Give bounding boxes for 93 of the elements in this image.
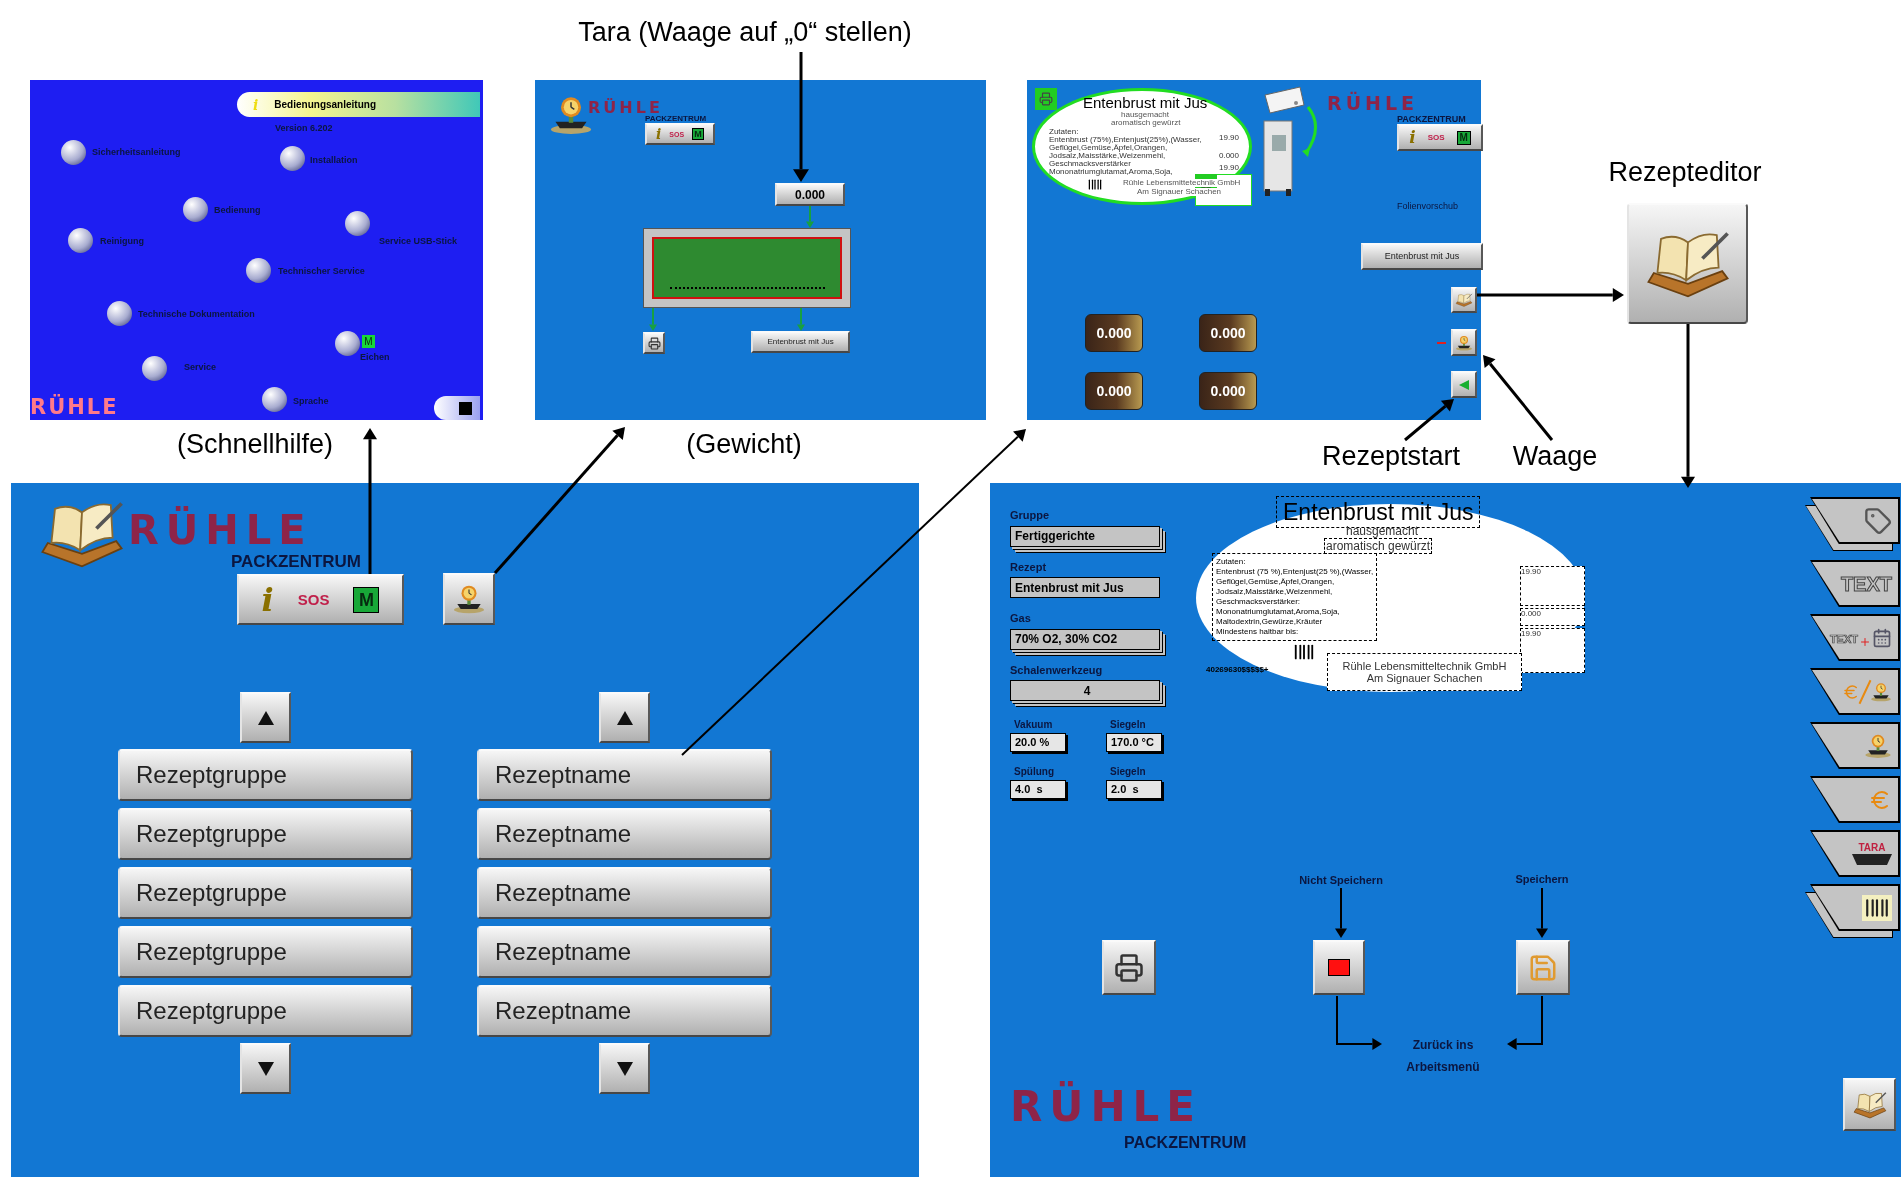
- manual-title: Bedienungsanleitung: [274, 98, 376, 112]
- return-caption: Zurück ins Arbeitsmenü: [1405, 1037, 1481, 1076]
- weight-value: 0.000: [1096, 323, 1132, 343]
- recipe-group-button[interactable]: Rezeptgruppe: [118, 926, 413, 978]
- version-text: Version 6.202: [275, 122, 333, 135]
- company-text: Rühle Lebensmitteltechnik GmbH: [1342, 660, 1507, 672]
- manual-header[interactable]: i Bedienungsanleitung: [237, 92, 480, 117]
- text-tool-label: TEXT: [1829, 632, 1858, 647]
- ingredient-text: Geschmacksverstärker: [1049, 160, 1132, 168]
- tare-label: TARA: [1858, 842, 1886, 853]
- param-label: Siegeln: [1109, 765, 1147, 779]
- brand-logo: RÜHLE: [1010, 1081, 1203, 1133]
- info-symbol: i: [253, 97, 259, 112]
- annotation-caption: Rezeptstart: [1320, 440, 1462, 473]
- value-field[interactable]: Entenbrust mit Jus: [1010, 577, 1160, 598]
- brand-logo: RÜHLE: [128, 505, 313, 555]
- recipe-button[interactable]: Entenbrust mit Jus: [1361, 243, 1483, 270]
- recipe-name-button[interactable]: Rezeptname: [477, 808, 772, 860]
- address-text: Am Signauer Schachen: [1366, 672, 1483, 684]
- recipe-group-button[interactable]: Rezeptgruppe: [118, 867, 413, 919]
- m-button[interactable]: M: [1456, 130, 1471, 145]
- m-button[interactable]: M: [353, 586, 380, 613]
- price-box[interactable]: 0.000: [1520, 608, 1585, 626]
- label-subtitle[interactable]: aromatisch gewürzt: [1324, 538, 1433, 554]
- annotation-caption: (Schnellhilfe): [175, 428, 335, 461]
- param-field[interactable]: 4.0 s: [1010, 780, 1066, 799]
- recipe-group-button[interactable]: Rezeptgruppe: [118, 808, 413, 860]
- ingredient-text: Zutaten:: [1049, 128, 1080, 136]
- price-text: 0.000: [1219, 152, 1240, 160]
- ingredient-text: Geflügel,Gemüse,Äpfel,Orangen,: [1049, 144, 1168, 152]
- price-box[interactable]: 19.90: [1520, 566, 1585, 606]
- field-label: Gas: [1010, 611, 1032, 626]
- field-label: Gruppe: [1010, 508, 1051, 523]
- tare-value-field[interactable]: 0.000: [775, 183, 845, 206]
- ingredient-text: Jodsalz,Maisstärke,Weizenmehl,: [1216, 587, 1334, 597]
- recipe-name-button[interactable]: Rezeptname: [477, 749, 772, 801]
- discard-caption: Nicht Speichern: [1298, 873, 1384, 888]
- m-button[interactable]: M: [692, 128, 705, 140]
- field-label: Schalenwerkzeug: [1010, 662, 1104, 678]
- ingredient-text: Zutaten:: [1216, 557, 1247, 567]
- film-feed-text: Folienvorschub: [1397, 200, 1459, 213]
- recipe-name-button[interactable]: Rezeptname: [477, 867, 772, 919]
- recipe-group-button[interactable]: Rezeptgruppe: [118, 749, 413, 801]
- recipe-button[interactable]: Entenbrust mit Jus: [751, 331, 850, 353]
- brand-subtitle: PACKZENTRUM: [1397, 115, 1466, 124]
- brand-logo: RÜHLE: [30, 394, 119, 420]
- annotation-caption: Rezepteditor: [1607, 156, 1763, 189]
- annotation-caption: Waage: [1511, 440, 1599, 473]
- weight-value: 0.000: [1210, 323, 1246, 343]
- barcode-number: 40269630$$$$$+: [1206, 666, 1269, 674]
- param-label: Vakuum: [1013, 718, 1054, 732]
- recipe-group-button[interactable]: Rezeptgruppe: [118, 985, 413, 1037]
- field-label: Rezept: [1010, 559, 1048, 575]
- weight-value: 0.000: [1210, 381, 1246, 401]
- label-title: Entenbrust mit Jus: [1083, 95, 1208, 111]
- price-text: 19.90: [1219, 164, 1240, 172]
- text-tool-label: TEXT: [1840, 571, 1892, 597]
- label-subtitle: hausgemacht: [1121, 111, 1170, 119]
- param-label: Spülung: [1013, 765, 1055, 779]
- label-subtitle: aromatisch gewürzt: [1111, 119, 1181, 127]
- address-text: Am Signauer Schachen: [1137, 188, 1222, 196]
- save-caption: Speichern: [1514, 872, 1570, 887]
- param-field[interactable]: 20.0 %: [1010, 733, 1066, 752]
- annotation-caption: Tara (Waage auf „0“ stellen): [577, 16, 913, 49]
- ingredient-text: Geflügel,Gemüse,Äpfel,Orangen,: [1216, 577, 1336, 587]
- company-box[interactable]: Rühle Lebensmitteltechnik GmbH Am Signauer Schachen: [1327, 653, 1522, 691]
- brand-subtitle: PACKZENTRUM: [645, 115, 707, 123]
- ingredient-text: Entenbrust (75%),Entenjust(25%),(Wasser,: [1049, 136, 1202, 144]
- weight-value: 0.000: [1096, 381, 1132, 401]
- ingredient-text: Mononatriumglutamat,Aroma,Soja,: [1216, 607, 1341, 617]
- param-field[interactable]: 170.0 °C: [1106, 733, 1162, 752]
- sos-button[interactable]: SOS: [1427, 133, 1445, 142]
- m-badge: M: [362, 335, 375, 348]
- ingredient-text: Geschmacksverstärker:: [1216, 597, 1302, 607]
- ingredient-text: Mindestens haltbar bis:: [1216, 627, 1300, 637]
- brand-subtitle: PACKZENTRUM: [1124, 1135, 1247, 1151]
- param-field[interactable]: 2.0 s: [1106, 780, 1162, 799]
- ingredient-text: Mononatriumglutamat,Aroma,Soja,: [1049, 168, 1174, 176]
- label-subtitle[interactable]: hausgemacht: [1346, 525, 1419, 537]
- price-text: 19.90: [1219, 134, 1240, 142]
- company-text: Rühle Lebensmittetechnik GmbH: [1123, 179, 1241, 187]
- sos-button[interactable]: SOS: [297, 592, 330, 607]
- brand-logo: RÜHLE: [1327, 92, 1419, 116]
- recipe-name-button[interactable]: Rezeptname: [477, 926, 772, 978]
- brand-logo: RÜHLE: [588, 98, 663, 117]
- param-label: Siegeln: [1109, 718, 1147, 732]
- recipe-name-button[interactable]: Rezeptname: [477, 985, 772, 1037]
- brand-subtitle: PACKZENTRUM: [231, 553, 361, 570]
- price-box[interactable]: 19.90: [1520, 628, 1585, 673]
- annotation-caption: (Gewicht): [685, 428, 803, 461]
- ingredient-text: Maltodextrin,Gewürze,Kräuter: [1216, 617, 1324, 627]
- ingredient-text: Jodsalz,Maisstärke,Weizenmehl,: [1049, 152, 1166, 160]
- ingredient-text: Entenbrust (75 %),Entenjust(25 %),(Wasser,: [1216, 567, 1374, 577]
